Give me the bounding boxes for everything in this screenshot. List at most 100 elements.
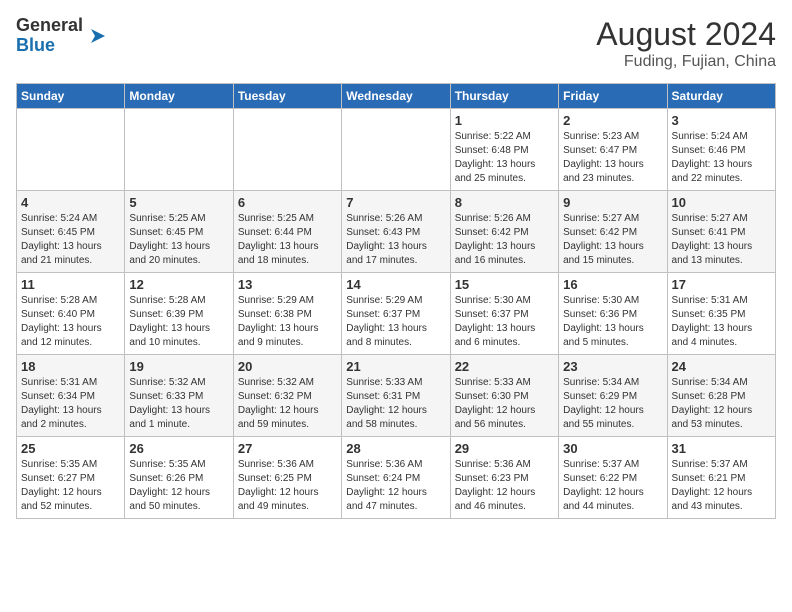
calendar-cell: 24Sunrise: 5:34 AM Sunset: 6:28 PM Dayli… bbox=[667, 355, 775, 437]
day-number: 12 bbox=[129, 277, 228, 292]
calendar-cell: 18Sunrise: 5:31 AM Sunset: 6:34 PM Dayli… bbox=[17, 355, 125, 437]
calendar-cell: 2 Sunrise: 5:23 AM Sunset: 6:47 PM Daylig… bbox=[559, 109, 667, 191]
calendar-cell: 8 Sunrise: 5:26 AM Sunset: 6:42 PM Daylig… bbox=[450, 191, 558, 273]
calendar-cell: 17 Sunrise: 5:31 AM Sunset: 6:35 PM Dayli… bbox=[667, 273, 775, 355]
day-info: Sunrise: 5:30 AM Sunset: 6:37 PM Dayligh… bbox=[455, 294, 554, 350]
day-number: 18 bbox=[21, 359, 120, 374]
day-info: Sunrise: 5:25 AM Sunset: 6:45 PM Dayligh… bbox=[129, 212, 228, 268]
day-info: Sunrise: 5:31 AM Sunset: 6:35 PM Dayligh… bbox=[672, 294, 771, 350]
day-number: 22 bbox=[455, 359, 554, 374]
day-info: Sunrise: 5:28 AM Sunset: 6:40 PM Dayligh… bbox=[21, 294, 120, 350]
day-info: Sunrise: 5:37 AM Sunset: 6:22 PM Dayligh… bbox=[563, 458, 662, 514]
day-info: Sunrise: 5:26 AM Sunset: 6:42 PM Dayligh… bbox=[455, 212, 554, 268]
location-subtitle: Fuding, Fujian, China bbox=[596, 53, 776, 71]
calendar-cell: 4 Sunrise: 5:24 AM Sunset: 6:45 PM Daylig… bbox=[17, 191, 125, 273]
calendar-cell bbox=[233, 109, 341, 191]
day-number: 3 bbox=[672, 113, 771, 128]
day-info: Sunrise: 5:25 AM Sunset: 6:44 PM Dayligh… bbox=[238, 212, 337, 268]
day-info: Sunrise: 5:29 AM Sunset: 6:37 PM Dayligh… bbox=[346, 294, 445, 350]
day-number: 21 bbox=[346, 359, 445, 374]
logo-icon bbox=[87, 25, 109, 47]
day-info: Sunrise: 5:22 AM Sunset: 6:48 PM Dayligh… bbox=[455, 130, 554, 186]
week-row-1: 1 Sunrise: 5:22 AM Sunset: 6:48 PM Daylig… bbox=[17, 109, 776, 191]
calendar-cell: 28Sunrise: 5:36 AM Sunset: 6:24 PM Dayli… bbox=[342, 437, 450, 519]
day-info: Sunrise: 5:24 AM Sunset: 6:46 PM Dayligh… bbox=[672, 130, 771, 186]
logo: General Blue bbox=[16, 16, 109, 56]
calendar-cell: 15 Sunrise: 5:30 AM Sunset: 6:37 PM Dayli… bbox=[450, 273, 558, 355]
day-info: Sunrise: 5:34 AM Sunset: 6:28 PM Dayligh… bbox=[672, 376, 771, 432]
calendar-cell: 16 Sunrise: 5:30 AM Sunset: 6:36 PM Dayli… bbox=[559, 273, 667, 355]
calendar-cell: 12 Sunrise: 5:28 AM Sunset: 6:39 PM Dayli… bbox=[125, 273, 233, 355]
title-block: August 2024 Fuding, Fujian, China bbox=[596, 16, 776, 71]
day-info: Sunrise: 5:24 AM Sunset: 6:45 PM Dayligh… bbox=[21, 212, 120, 268]
day-number: 1 bbox=[455, 113, 554, 128]
week-row-3: 11 Sunrise: 5:28 AM Sunset: 6:40 PM Dayli… bbox=[17, 273, 776, 355]
day-number: 11 bbox=[21, 277, 120, 292]
day-number: 16 bbox=[563, 277, 662, 292]
day-number: 26 bbox=[129, 441, 228, 456]
column-header-monday: Monday bbox=[125, 84, 233, 109]
calendar-table: SundayMondayTuesdayWednesdayThursdayFrid… bbox=[16, 83, 776, 519]
calendar-cell: 30 Sunrise: 5:37 AM Sunset: 6:22 PM Dayli… bbox=[559, 437, 667, 519]
logo-general: General bbox=[16, 15, 83, 35]
day-info: Sunrise: 5:26 AM Sunset: 6:43 PM Dayligh… bbox=[346, 212, 445, 268]
day-number: 7 bbox=[346, 195, 445, 210]
day-info: Sunrise: 5:32 AM Sunset: 6:33 PM Dayligh… bbox=[129, 376, 228, 432]
week-row-4: 18Sunrise: 5:31 AM Sunset: 6:34 PM Dayli… bbox=[17, 355, 776, 437]
calendar-cell: 3 Sunrise: 5:24 AM Sunset: 6:46 PM Daylig… bbox=[667, 109, 775, 191]
calendar-cell: 10 Sunrise: 5:27 AM Sunset: 6:41 PM Dayli… bbox=[667, 191, 775, 273]
day-number: 30 bbox=[563, 441, 662, 456]
day-number: 6 bbox=[238, 195, 337, 210]
day-number: 4 bbox=[21, 195, 120, 210]
day-info: Sunrise: 5:27 AM Sunset: 6:41 PM Dayligh… bbox=[672, 212, 771, 268]
calendar-header-row: SundayMondayTuesdayWednesdayThursdayFrid… bbox=[17, 84, 776, 109]
day-info: Sunrise: 5:36 AM Sunset: 6:23 PM Dayligh… bbox=[455, 458, 554, 514]
day-info: Sunrise: 5:35 AM Sunset: 6:27 PM Dayligh… bbox=[21, 458, 120, 514]
day-info: Sunrise: 5:28 AM Sunset: 6:39 PM Dayligh… bbox=[129, 294, 228, 350]
calendar-cell: 31 Sunrise: 5:37 AM Sunset: 6:21 PM Dayli… bbox=[667, 437, 775, 519]
calendar-cell: 29Sunrise: 5:36 AM Sunset: 6:23 PM Dayli… bbox=[450, 437, 558, 519]
month-year-title: August 2024 bbox=[596, 16, 776, 53]
day-number: 8 bbox=[455, 195, 554, 210]
column-header-tuesday: Tuesday bbox=[233, 84, 341, 109]
day-number: 9 bbox=[563, 195, 662, 210]
day-number: 15 bbox=[455, 277, 554, 292]
day-number: 19 bbox=[129, 359, 228, 374]
week-row-2: 4 Sunrise: 5:24 AM Sunset: 6:45 PM Daylig… bbox=[17, 191, 776, 273]
column-header-thursday: Thursday bbox=[450, 84, 558, 109]
calendar-cell: 19 Sunrise: 5:32 AM Sunset: 6:33 PM Dayli… bbox=[125, 355, 233, 437]
calendar-cell: 6 Sunrise: 5:25 AM Sunset: 6:44 PM Daylig… bbox=[233, 191, 341, 273]
column-header-sunday: Sunday bbox=[17, 84, 125, 109]
logo-blue: Blue bbox=[16, 35, 55, 55]
calendar-cell: 21 Sunrise: 5:33 AM Sunset: 6:31 PM Dayli… bbox=[342, 355, 450, 437]
calendar-cell: 1 Sunrise: 5:22 AM Sunset: 6:48 PM Daylig… bbox=[450, 109, 558, 191]
day-number: 13 bbox=[238, 277, 337, 292]
day-info: Sunrise: 5:30 AM Sunset: 6:36 PM Dayligh… bbox=[563, 294, 662, 350]
calendar-cell: 25Sunrise: 5:35 AM Sunset: 6:27 PM Dayli… bbox=[17, 437, 125, 519]
day-number: 27 bbox=[238, 441, 337, 456]
day-number: 10 bbox=[672, 195, 771, 210]
day-info: Sunrise: 5:34 AM Sunset: 6:29 PM Dayligh… bbox=[563, 376, 662, 432]
day-number: 5 bbox=[129, 195, 228, 210]
day-number: 2 bbox=[563, 113, 662, 128]
calendar-cell: 27 Sunrise: 5:36 AM Sunset: 6:25 PM Dayli… bbox=[233, 437, 341, 519]
day-info: Sunrise: 5:36 AM Sunset: 6:25 PM Dayligh… bbox=[238, 458, 337, 514]
day-number: 31 bbox=[672, 441, 771, 456]
day-info: Sunrise: 5:33 AM Sunset: 6:31 PM Dayligh… bbox=[346, 376, 445, 432]
week-row-5: 25Sunrise: 5:35 AM Sunset: 6:27 PM Dayli… bbox=[17, 437, 776, 519]
calendar-cell: 22Sunrise: 5:33 AM Sunset: 6:30 PM Dayli… bbox=[450, 355, 558, 437]
calendar-cell bbox=[125, 109, 233, 191]
column-header-wednesday: Wednesday bbox=[342, 84, 450, 109]
day-info: Sunrise: 5:36 AM Sunset: 6:24 PM Dayligh… bbox=[346, 458, 445, 514]
column-header-saturday: Saturday bbox=[667, 84, 775, 109]
calendar-cell: 26 Sunrise: 5:35 AM Sunset: 6:26 PM Dayli… bbox=[125, 437, 233, 519]
day-info: Sunrise: 5:23 AM Sunset: 6:47 PM Dayligh… bbox=[563, 130, 662, 186]
calendar-cell: 7 Sunrise: 5:26 AM Sunset: 6:43 PM Daylig… bbox=[342, 191, 450, 273]
day-number: 17 bbox=[672, 277, 771, 292]
calendar-cell: 23Sunrise: 5:34 AM Sunset: 6:29 PM Dayli… bbox=[559, 355, 667, 437]
day-info: Sunrise: 5:37 AM Sunset: 6:21 PM Dayligh… bbox=[672, 458, 771, 514]
calendar-cell: 14Sunrise: 5:29 AM Sunset: 6:37 PM Dayli… bbox=[342, 273, 450, 355]
day-info: Sunrise: 5:35 AM Sunset: 6:26 PM Dayligh… bbox=[129, 458, 228, 514]
calendar-cell bbox=[342, 109, 450, 191]
day-info: Sunrise: 5:27 AM Sunset: 6:42 PM Dayligh… bbox=[563, 212, 662, 268]
